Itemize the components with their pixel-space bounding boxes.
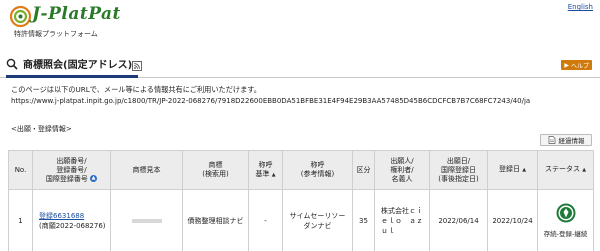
registration-link[interactable]: 登録6631688 [39,212,84,220]
sort-active-icon[interactable]: ▲ [90,175,98,182]
logo-subtitle: 特許情報プラットフォーム [14,30,98,38]
page-title: 商標照会(固定アドレス) [23,60,133,71]
col-app-number[interactable]: 出願番号/ 登録番号/ 国際登録番号 ▲ [32,150,111,190]
status-alive-icon [556,203,575,223]
history-button-label: 経過情報 [558,137,585,145]
col-status[interactable]: ステータス ▲ [537,150,594,190]
cell-app-number: 登録6631688 (商願2022-068276) [32,189,111,251]
table-row: 1 登録6631688 (商願2022-068276) 債務整理相談ナビ - サ… [8,189,594,251]
share-info-text: このページは以下のURLで、メール等による情報共有にご利用いただけます。 [11,85,261,94]
col-app-date[interactable]: 出願日/ 国際登録日 (事後指定日) [429,150,488,190]
col-yobi-ref[interactable]: 称呼 (参考情報) [282,150,353,190]
col-yobi-base[interactable]: 称呼 基準 ▲ [248,150,283,190]
fixed-url-text: https://www.j-platpat.inpit.go.jp/c1800/… [11,97,531,105]
table-header-row: No. 出願番号/ 登録番号/ 国際登録番号 ▲ 商標見本 商標 (検索用) 称… [8,150,594,190]
col-no: No. [8,150,33,190]
mark-image[interactable] [131,218,162,223]
status-text: 存続-登録-継続 [543,230,588,238]
cell-yobi-ref: サイムセーリソー ダンナビ [282,189,353,251]
application-number: (商願2022-068276) [39,221,106,230]
section-label: <出願・登録情報> [11,125,72,133]
help-arrow-icon: ▶ [564,61,569,69]
english-link[interactable]: English [568,3,593,11]
cell-mark-image [110,189,183,251]
page-title-tab: 商標照会(固定アドレス) [6,52,139,78]
rss-icon[interactable] [132,61,142,71]
logo-text[interactable]: J-PlatPat [32,4,121,24]
cell-yobi-base: - [248,189,283,251]
site-header: J-PlatPat 特許情報プラットフォーム English [0,0,600,44]
sort-icon[interactable]: ▲ [272,172,276,178]
search-icon [6,58,18,70]
help-label: ヘルプ [570,62,589,70]
col-mark-search[interactable]: 商標 (検索用) [182,150,249,190]
title-bar: 商標照会(固定アドレス) [0,52,600,78]
cell-app-date: 2022/06/14 [429,189,488,251]
col-reg-date[interactable]: 登録日 ▲ [487,150,538,190]
logo-icon [10,6,31,27]
sort-icon[interactable]: ▲ [582,167,586,173]
cell-class: 35 [352,189,375,251]
cell-mark-search: 債務整理相談ナビ [182,189,249,251]
col-mark-image: 商標見本 [110,150,183,190]
cell-status: 存続-登録-継続 [537,189,594,251]
cell-applicant: 株式会社ｃｉ ｅｌｏ ａｚ ｕｌ [374,189,430,251]
cell-no: 1 [8,189,33,251]
col-applicant[interactable]: 出願人/ 権利者/ 名義人 [374,150,430,190]
history-button[interactable]: 経過情報 [540,134,592,146]
sort-icon[interactable]: ▲ [522,167,526,173]
col-class: 区分 [352,150,375,190]
cell-reg-date: 2022/10/24 [487,189,538,251]
help-button[interactable]: ▶ ヘルプ [561,60,592,70]
document-icon [548,136,555,144]
results-table: No. 出願番号/ 登録番号/ 国際登録番号 ▲ 商標見本 商標 (検索用) 称… [8,150,594,251]
